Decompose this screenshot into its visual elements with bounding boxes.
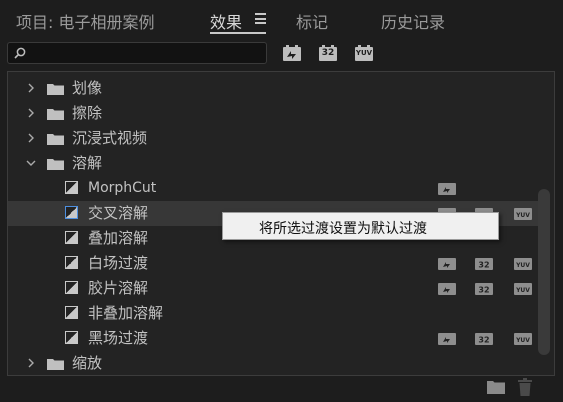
transition-icon: [65, 256, 78, 269]
tree-item-label: MorphCut: [88, 180, 157, 196]
active-tab-underline: [210, 32, 266, 34]
yuv-badge-icon: YUV: [514, 258, 532, 270]
yuv-filter-button[interactable]: YUV: [354, 44, 374, 62]
tree-item-non-additive-dissolve[interactable]: 非叠加溶解: [8, 301, 540, 326]
chevron-right-icon[interactable]: [26, 133, 36, 143]
tree-folder-dissolve[interactable]: 溶解: [8, 151, 540, 176]
yuv-label: YUV: [355, 49, 373, 57]
tree-item-dip-to-black[interactable]: 黑场过渡 32 YUV: [8, 326, 540, 351]
tree-item-film-dissolve[interactable]: 胶片溶解 32 YUV: [8, 276, 540, 301]
tree-item-morphcut[interactable]: MorphCut: [8, 176, 540, 201]
tree-item-label: 叠加溶解: [88, 229, 149, 247]
folder-icon: [47, 84, 64, 95]
tree-item-label: 沉浸式视频: [72, 129, 148, 147]
transition-icon: [65, 331, 78, 344]
svg-text:32: 32: [478, 286, 489, 295]
32bit-filter-button[interactable]: 32: [318, 44, 338, 62]
context-menu: 将所选过渡设置为默认过渡: [222, 212, 499, 240]
tree-folder-wipe[interactable]: 擦除: [8, 101, 540, 126]
transition-icon: [65, 181, 78, 194]
yuv-badge-icon: YUV: [514, 333, 532, 345]
chevron-right-icon[interactable]: [26, 83, 36, 93]
tree-item-dip-to-white[interactable]: 白场过渡 32 YUV: [8, 251, 540, 276]
svg-text:32: 32: [478, 336, 489, 345]
transition-icon: [65, 206, 78, 219]
accelerated-badge-icon: [438, 258, 456, 270]
folder-icon: [47, 159, 64, 170]
svg-text:YUV: YUV: [515, 337, 530, 344]
accelerated-badge-icon: [438, 283, 456, 295]
folder-icon: [47, 109, 64, 120]
panel-menu-icon[interactable]: [255, 13, 266, 24]
svg-text:YUV: YUV: [515, 212, 530, 219]
tab-effects[interactable]: 效果: [210, 9, 242, 33]
accelerated-effects-filter-button[interactable]: [282, 44, 302, 62]
tree-item-label: 非叠加溶解: [88, 304, 164, 322]
search-input[interactable]: [30, 44, 264, 64]
accelerated-badge-icon: [438, 333, 456, 345]
chevron-right-icon[interactable]: [26, 108, 36, 118]
set-default-transition-menu-item[interactable]: 将所选过渡设置为默认过渡: [259, 218, 427, 238]
tree-item-label: 交叉溶解: [88, 204, 149, 222]
new-bin-folder-icon[interactable]: [487, 380, 505, 394]
32bit-badge-icon: 32: [475, 258, 493, 270]
32bit-label: 32: [321, 48, 335, 58]
svg-text:32: 32: [478, 261, 489, 270]
tab-project[interactable]: 项目: 电子相册案例: [16, 9, 154, 33]
folder-icon: [47, 359, 64, 370]
transition-icon: [65, 231, 78, 244]
tree-item-label: 溶解: [72, 154, 103, 172]
32bit-badge-icon: 32: [475, 333, 493, 345]
chevron-down-icon[interactable]: [26, 158, 36, 168]
32bit-badge-icon: 32: [475, 283, 493, 295]
effects-search-box: [7, 42, 267, 64]
tree-item-label: 缩放: [72, 354, 103, 372]
tab-markers[interactable]: 标记: [296, 9, 328, 33]
tree-item-label: 擦除: [72, 104, 103, 122]
vertical-scrollbar[interactable]: [538, 189, 550, 355]
svg-text:YUV: YUV: [515, 287, 530, 294]
trash-icon[interactable]: [517, 378, 533, 396]
accelerated-badge-icon: [438, 183, 456, 195]
tree-item-label: 胶片溶解: [88, 279, 149, 297]
chevron-right-icon[interactable]: [26, 358, 36, 368]
panel-tab-bar: 项目: 电子相册案例 效果 标记 历史记录: [0, 0, 563, 38]
tree-item-label: 划像: [72, 79, 103, 97]
yuv-badge-icon: YUV: [514, 283, 532, 295]
tab-history[interactable]: 历史记录: [381, 9, 445, 33]
tree-folder-immersive-video[interactable]: 沉浸式视频: [8, 126, 540, 151]
search-icon: [14, 47, 26, 59]
tree-item-label: 白场过渡: [88, 254, 149, 272]
yuv-badge-icon: YUV: [514, 208, 532, 220]
folder-icon: [47, 134, 64, 145]
svg-text:YUV: YUV: [515, 262, 530, 269]
transition-icon: [65, 281, 78, 294]
tree-folder-zoom[interactable]: 缩放: [8, 351, 540, 375]
tree-folder-iris[interactable]: 划像: [8, 76, 540, 101]
tree-item-label: 黑场过渡: [88, 329, 149, 347]
transition-icon: [65, 306, 78, 319]
